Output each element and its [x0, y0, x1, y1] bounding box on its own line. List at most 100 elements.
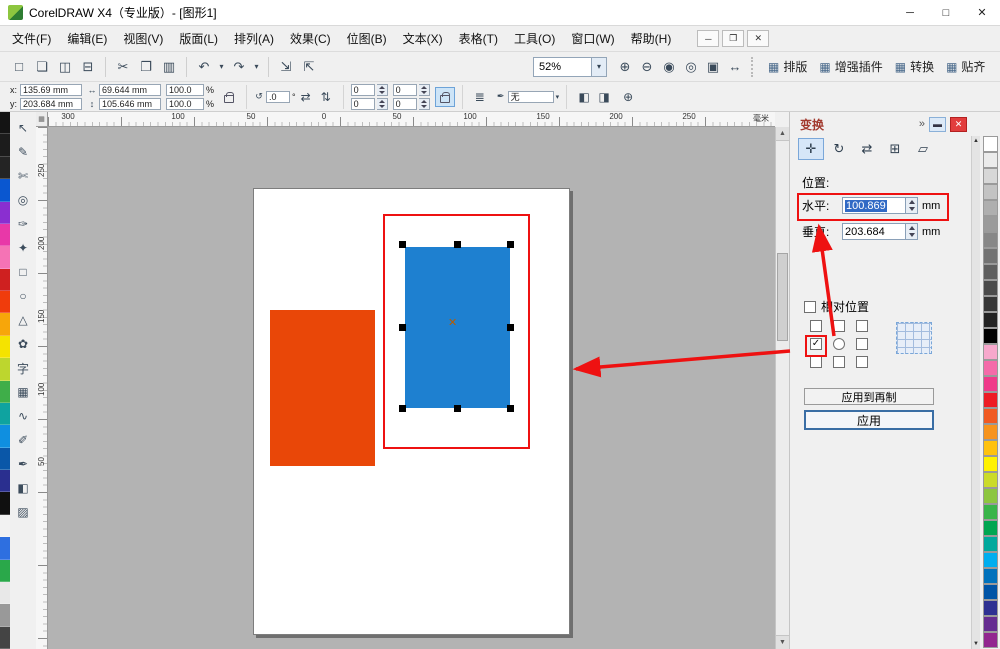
menu-arrange[interactable]: 排列(A)	[226, 26, 282, 51]
export-button[interactable]: ⇱	[298, 56, 320, 78]
mirror-vertical-button[interactable]: ⇅	[316, 87, 336, 107]
vertical-value-input[interactable]: 203.684	[842, 223, 906, 240]
menu-view[interactable]: 视图(V)	[115, 26, 171, 51]
color-swatch[interactable]	[982, 568, 998, 584]
color-swatch[interactable]	[982, 440, 998, 456]
new-button[interactable]: □	[8, 56, 30, 78]
convert-button[interactable]: ▦ 转换	[889, 56, 940, 78]
color-swatch[interactable]	[982, 488, 998, 504]
outline-width-select[interactable]: 无	[507, 90, 554, 103]
zoom-page-button[interactable]: ▣	[702, 56, 724, 78]
color-swatch[interactable]	[982, 312, 998, 328]
docker-chevron-icon[interactable]: »	[919, 118, 925, 130]
window-close-button[interactable]: ✕	[964, 0, 1000, 25]
anchor-cell[interactable]	[856, 338, 868, 350]
color-swatch[interactable]	[0, 179, 10, 202]
spinner-control[interactable]	[376, 97, 388, 110]
freehand-tool[interactable]: ✑	[11, 212, 35, 236]
corner-radius-field[interactable]: 0	[392, 83, 417, 96]
object-height-field[interactable]: 105.646 mm	[99, 97, 161, 110]
anchor-cell[interactable]	[856, 356, 868, 368]
color-swatch[interactable]	[982, 168, 998, 184]
scroll-down-icon[interactable]: ▼	[973, 641, 979, 647]
color-swatch[interactable]	[0, 559, 10, 582]
x-position-field[interactable]: 135.69 mm	[20, 83, 82, 96]
ellipse-tool[interactable]: ○	[11, 284, 35, 308]
rotation-angle-field[interactable]: .0	[266, 90, 291, 103]
y-position-field[interactable]: 203.684 mm	[20, 97, 82, 110]
color-swatch[interactable]	[0, 201, 10, 224]
color-swatch[interactable]	[0, 514, 10, 538]
relative-position-checkbox[interactable]: 相对位置	[804, 298, 869, 315]
undo-caret[interactable]: ▾	[216, 56, 227, 78]
color-swatch[interactable]	[0, 626, 10, 649]
outline-color-button[interactable]: ◨	[594, 87, 614, 107]
save-button[interactable]: ◫	[54, 56, 76, 78]
anchor-cell[interactable]	[810, 320, 822, 332]
ruler-origin-button[interactable]: ▦	[36, 112, 48, 127]
spinner-control[interactable]	[376, 83, 388, 96]
color-swatch[interactable]	[0, 492, 10, 515]
color-swatch[interactable]	[982, 392, 998, 408]
shape-tool[interactable]: ✎	[11, 140, 35, 164]
orange-rectangle-object[interactable]	[270, 310, 375, 466]
color-swatch[interactable]	[0, 223, 10, 247]
color-swatch[interactable]	[0, 380, 10, 403]
docker-close-button[interactable]: ✕	[950, 116, 967, 132]
corner-radius-field[interactable]: 0	[392, 97, 417, 110]
color-swatch[interactable]	[982, 408, 998, 424]
doc-minimize-button[interactable]: ─	[697, 30, 720, 47]
menu-tools[interactable]: 工具(O)	[506, 26, 563, 51]
outline-tool[interactable]: ✒	[11, 452, 35, 476]
menu-text[interactable]: 文本(X)	[395, 26, 451, 51]
chevron-down-icon[interactable]: ▾	[591, 57, 606, 76]
menu-window[interactable]: 窗口(W)	[563, 26, 622, 51]
checkbox-icon[interactable]	[804, 300, 816, 313]
anchor-cell[interactable]	[810, 356, 822, 368]
zoom-out-button[interactable]: ⊖	[636, 56, 658, 78]
spinner-control[interactable]	[418, 83, 430, 96]
cut-button[interactable]: ✂	[112, 56, 134, 78]
menu-effects[interactable]: 效果(C)	[282, 26, 339, 51]
table-tool[interactable]: ▦	[11, 380, 35, 404]
color-swatch[interactable]	[982, 632, 998, 648]
interactive-fill-tool[interactable]: ▨	[11, 500, 35, 524]
color-swatch[interactable]	[982, 536, 998, 552]
round-corners-lock-button[interactable]	[434, 86, 455, 107]
color-swatch[interactable]	[982, 360, 998, 376]
docker-scrollbar[interactable]: ▲ ▼	[971, 136, 980, 649]
print-button[interactable]: ⊟	[77, 56, 99, 78]
doc-restore-button[interactable]: ❐	[722, 30, 745, 47]
polygon-tool[interactable]: △	[11, 308, 35, 332]
color-swatch[interactable]	[0, 134, 10, 157]
color-swatch[interactable]	[982, 600, 998, 616]
anchor-cell[interactable]	[833, 338, 845, 350]
vertical-scrollbar[interactable]: ▲ ▼	[775, 127, 789, 649]
transform-rotate-button[interactable]: ↻	[826, 138, 852, 160]
color-swatch[interactable]	[982, 504, 998, 520]
color-swatch[interactable]	[982, 456, 998, 472]
menu-file[interactable]: 文件(F)	[4, 26, 59, 51]
corner-radius-field[interactable]: 0	[350, 83, 375, 96]
copy-button[interactable]: ❐	[135, 56, 157, 78]
color-swatch[interactable]	[0, 112, 10, 135]
zoom-actual-button[interactable]: ◉	[658, 56, 680, 78]
zoom-tool[interactable]: ◎	[11, 188, 35, 212]
color-swatch[interactable]	[982, 296, 998, 312]
color-swatch[interactable]	[0, 425, 10, 448]
spinner-control[interactable]	[418, 97, 430, 110]
docker-minimize-button[interactable]: ▬	[929, 116, 946, 132]
undo-button[interactable]: ↶	[193, 56, 215, 78]
window-minimize-button[interactable]: ─	[892, 0, 928, 25]
redo-button[interactable]: ↷	[228, 56, 250, 78]
color-swatch[interactable]	[982, 616, 998, 632]
menu-layout[interactable]: 版面(L)	[171, 26, 226, 51]
color-swatch[interactable]	[0, 447, 10, 470]
color-swatch[interactable]	[982, 328, 998, 344]
corner-radius-field[interactable]: 0	[350, 97, 375, 110]
color-swatch[interactable]	[0, 537, 10, 560]
color-swatch[interactable]	[982, 376, 998, 392]
color-swatch[interactable]	[982, 200, 998, 216]
fill-tool[interactable]: ◧	[11, 476, 35, 500]
color-swatch[interactable]	[982, 216, 998, 232]
